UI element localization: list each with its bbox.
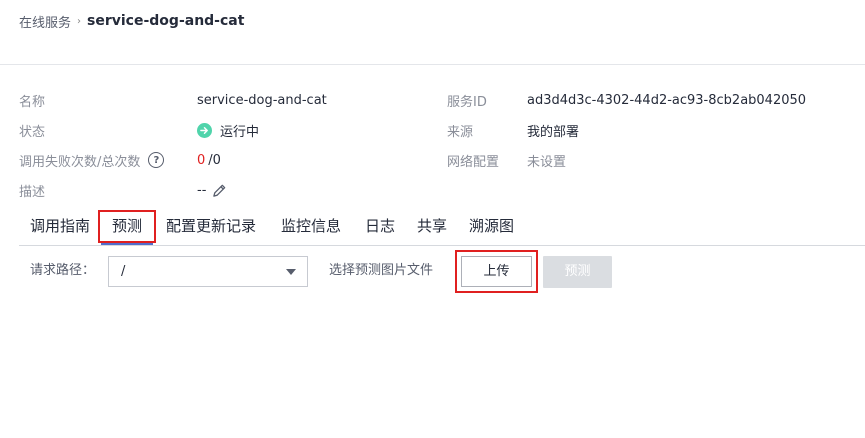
name-row: 名称	[19, 90, 45, 110]
request-path-select[interactable]: /	[108, 256, 308, 287]
status-value: 运行中	[220, 124, 260, 140]
status-label: 状态	[19, 124, 46, 140]
service-id-value: ad3d4d3c-4302-44d2-ac93-8cb2ab042050	[527, 92, 807, 108]
desc-value-row: --	[197, 180, 227, 200]
service-id-row: 服务ID	[447, 90, 487, 110]
calls-row: 调用失败次数/总次数 ?	[19, 150, 165, 170]
tab-share[interactable]: 共享	[417, 210, 447, 243]
upload-button[interactable]: 上传	[461, 256, 532, 287]
arrow-right-circle-icon	[197, 122, 212, 138]
tab-predict[interactable]: 预测	[98, 210, 157, 243]
name-label: 名称	[19, 94, 46, 110]
desc-label: 描述	[19, 184, 46, 200]
predict-button[interactable]: 预测	[543, 256, 612, 288]
network-value: 未设置	[527, 154, 567, 170]
header-divider	[0, 64, 865, 65]
desc-value: --	[197, 182, 207, 198]
service-id-value-row: ad3d4d3c-4302-44d2-ac93-8cb2ab042050	[527, 90, 806, 110]
tab-bar: 调用指南 预测 配置更新记录 监控信息 日志 共享 溯源图	[0, 210, 865, 245]
breadcrumb-current: service-dog-and-cat	[87, 13, 245, 29]
request-path-value: /	[121, 264, 126, 279]
pencil-icon[interactable]	[212, 183, 227, 198]
tab-config-history[interactable]: 配置更新记录	[166, 210, 256, 243]
breadcrumb: 在线服务 › service-dog-and-cat	[19, 11, 244, 31]
source-value-row: 我的部署	[527, 120, 579, 140]
service-id-label: 服务ID	[447, 94, 487, 110]
calls-total-value: /0	[208, 152, 221, 168]
caret-down-icon	[286, 268, 296, 275]
tab-lineage[interactable]: 溯源图	[469, 210, 514, 243]
tabs-divider	[19, 245, 865, 246]
name-value: service-dog-and-cat	[197, 92, 327, 108]
tab-monitoring[interactable]: 监控信息	[281, 210, 341, 243]
calls-failed-value: 0	[197, 152, 206, 168]
source-value: 我的部署	[527, 124, 580, 140]
status-value-row: 运行中	[197, 120, 259, 140]
tab-call-guide[interactable]: 调用指南	[30, 210, 90, 243]
question-circle-icon[interactable]: ?	[148, 152, 165, 168]
upload-highlight: 上传	[455, 250, 538, 293]
request-path-label: 请求路径：	[30, 263, 96, 278]
desc-row: 描述	[19, 180, 45, 200]
calls-label: 调用失败次数/总次数	[19, 154, 141, 170]
network-value-row: 未设置	[527, 150, 566, 170]
chevron-right-icon: ›	[77, 15, 82, 27]
source-row: 来源	[447, 120, 473, 140]
network-label: 网络配置	[447, 154, 500, 170]
breadcrumb-link-online-services[interactable]: 在线服务	[19, 12, 71, 31]
name-value-row: service-dog-and-cat	[197, 90, 327, 110]
select-image-label: 选择预测图片文件	[329, 263, 434, 278]
source-label: 来源	[447, 124, 474, 140]
network-row: 网络配置	[447, 150, 499, 170]
active-tab-indicator	[101, 243, 153, 245]
calls-value-row: 0 /0	[197, 150, 221, 170]
status-row: 状态	[19, 120, 45, 140]
tab-logs[interactable]: 日志	[365, 210, 395, 243]
